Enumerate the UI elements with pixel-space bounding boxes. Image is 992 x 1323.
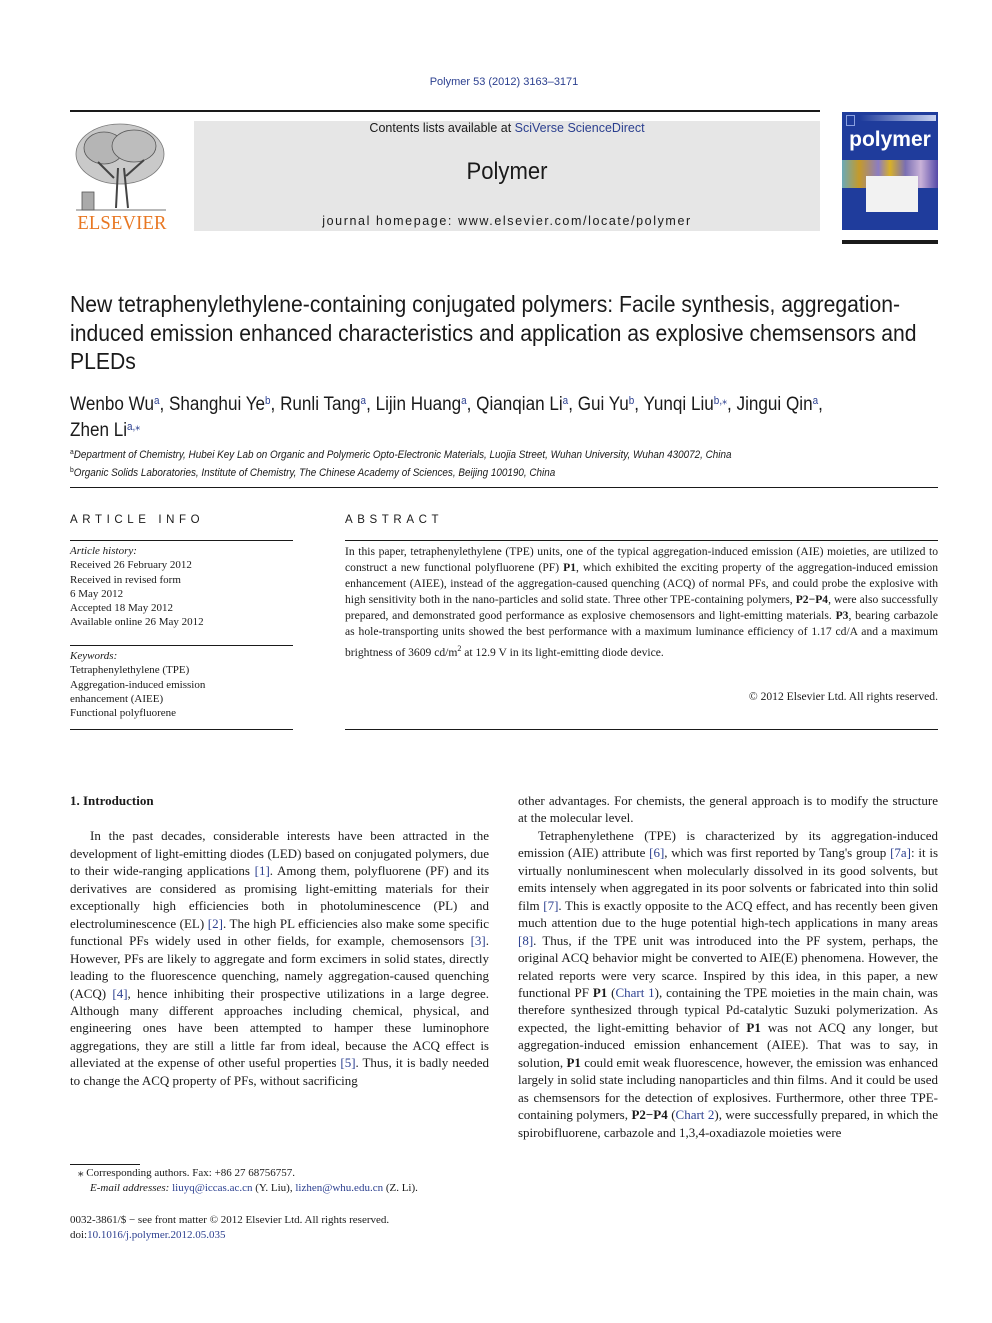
cover-top-gradient: [860, 115, 936, 121]
top-rule: [70, 110, 820, 112]
history-item: Received 26 February 2012: [70, 559, 192, 572]
citation-link[interactable]: [4]: [112, 986, 127, 1001]
affiliation: bOrganic Solids Laboratories, Institute …: [70, 464, 556, 479]
journal-reference-link[interactable]: Polymer 53 (2012) 3163–3171: [0, 76, 992, 88]
citation-link[interactable]: [6]: [649, 845, 664, 860]
citation-link[interactable]: [3]: [471, 933, 486, 948]
divider: [70, 645, 293, 646]
citation-link[interactable]: [7]: [543, 898, 558, 913]
doi-link[interactable]: 10.1016/j.polymer.2012.05.035: [87, 1229, 225, 1241]
article-title: New tetraphenylethylene-containing conju…: [70, 291, 917, 374]
doi-line: doi:10.1016/j.polymer.2012.05.035: [70, 1229, 226, 1241]
author: Yunqi Liub,⁎: [643, 394, 728, 415]
divider: [345, 540, 938, 541]
paragraph: In the past decades, considerable intere…: [70, 828, 490, 1088]
article-info-heading: ARTICLE INFO: [70, 514, 205, 526]
keywords: Keywords: Tetraphenylethylene (TPE) Aggr…: [70, 649, 293, 720]
body-column-left: 1. Introduction In the past decades, con…: [70, 792, 489, 1089]
abstract-text: In this paper, tetraphenylethylene (TPE)…: [345, 545, 938, 659]
history-item: Received in revised form: [70, 573, 181, 586]
divider: [70, 540, 293, 541]
homepage-url[interactable]: www.elsevier.com/locate/polymer: [458, 214, 692, 228]
footnote-rule: [70, 1164, 140, 1165]
keyword: enhancement (AIEE): [70, 692, 164, 705]
journal-name: Polymer: [466, 158, 548, 185]
author: Wenbo Wua: [70, 394, 160, 415]
history-item: 6 May 2012: [70, 587, 124, 600]
elsevier-wordmark: ELSEVIER: [77, 212, 167, 234]
body-column-right: other advantages. For chemists, the gene…: [518, 792, 938, 1141]
contents-line: Contents lists available at SciVerse Sci…: [194, 121, 820, 135]
citation-link[interactable]: [1]: [255, 863, 270, 878]
citation-link[interactable]: [7a]: [890, 845, 911, 860]
author: Runli Tanga: [280, 394, 367, 415]
contents-prefix: Contents lists available at: [369, 121, 515, 135]
author: Qianqian Lia: [476, 394, 569, 415]
author: Lijin Huanga: [375, 394, 467, 415]
email-link[interactable]: liuyq@iccas.ac.cn: [172, 1182, 252, 1194]
cover-graph-inset: [866, 176, 918, 212]
cover-bottom-rule: [842, 240, 938, 244]
sciencedirect-link[interactable]: SciVerse ScienceDirect: [515, 121, 645, 135]
citation-link[interactable]: [8]: [518, 933, 533, 948]
divider: [70, 729, 293, 730]
chart-2-link[interactable]: Chart 2: [676, 1107, 715, 1122]
history-item: Available online 26 May 2012: [70, 616, 204, 629]
paragraph: other advantages. For chemists, the gene…: [518, 793, 938, 826]
article-history: Article history: Received 26 February 20…: [70, 544, 293, 630]
divider: [70, 487, 938, 488]
history-label: Article history:: [70, 545, 137, 557]
history-item: Accepted 18 May 2012: [70, 602, 173, 615]
section-heading-introduction: 1. Introduction: [70, 793, 154, 808]
journal-cover-image: polymer: [842, 112, 938, 230]
paragraph: Tetraphenylethene (TPE) is characterized…: [518, 827, 939, 1140]
divider: [345, 729, 938, 730]
keyword: Functional polyfluorene: [70, 707, 177, 720]
journal-homepage-line: journal homepage: www.elsevier.com/locat…: [194, 214, 820, 228]
author: Jingui Qina: [736, 394, 819, 415]
keyword: Aggregation-induced emission: [70, 678, 206, 691]
cover-title: polymer: [849, 128, 931, 151]
issn-line: 0032-3861/$ − see front matter © 2012 El…: [70, 1214, 390, 1226]
corresponding-author-note: ⁎ Corresponding authors. Fax: +86 27 687…: [78, 1167, 296, 1179]
email-addresses: E-mail addresses: liuyq@iccas.ac.cn (Y. …: [90, 1182, 418, 1194]
abstract-heading: ABSTRACT: [345, 514, 444, 526]
author: Gui Yub: [577, 394, 635, 415]
author: Zhen Lia,⁎: [70, 420, 141, 441]
email-link[interactable]: lizhen@whu.edu.cn: [295, 1182, 383, 1194]
affiliation: aDepartment of Chemistry, Hubei Key Lab …: [70, 447, 732, 461]
author-list: Wenbo Wua, Shanghui Yeb, Runli Tanga, Li…: [70, 394, 823, 441]
cover-elsevier-mark-icon: [846, 115, 855, 126]
abstract-copyright: © 2012 Elsevier Ltd. All rights reserved…: [748, 690, 938, 703]
front-matter: 0032-3861/$ − see front matter © 2012 El…: [70, 1213, 520, 1243]
citation-link[interactable]: [5]: [340, 1055, 355, 1070]
footnotes: ⁎ Corresponding authors. Fax: +86 27 687…: [78, 1166, 518, 1196]
keywords-label: Keywords:: [70, 650, 118, 662]
homepage-prefix: journal homepage:: [322, 214, 459, 228]
affiliations: aDepartment of Chemistry, Hubei Key Lab …: [70, 445, 970, 480]
keyword: Tetraphenylethylene (TPE): [70, 664, 190, 677]
chart-1-link[interactable]: Chart 1: [615, 985, 654, 1000]
citation-link[interactable]: [2]: [208, 916, 223, 931]
author: Shanghui Yeb: [168, 394, 271, 415]
